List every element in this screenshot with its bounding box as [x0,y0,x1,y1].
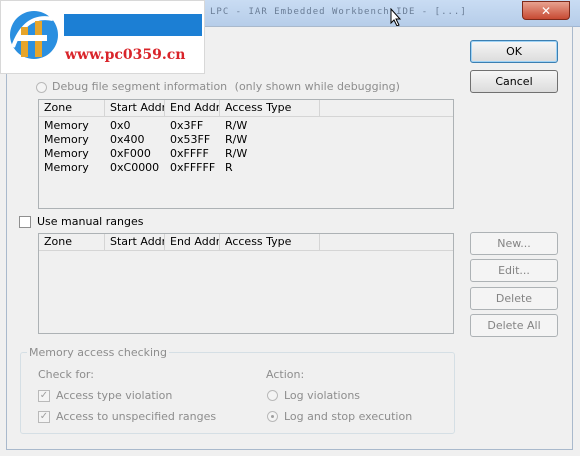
segment-list-header: Zone Start Addr End Addr Access Type [39,100,453,117]
access-unspecified-checkbox[interactable]: ✓ [38,411,50,423]
cell-access: R/W [225,147,248,160]
table-row[interactable]: Memory 0x0 0x3FF R/W [39,119,453,133]
cell-end: 0x3FF [170,119,204,132]
column-zone[interactable]: Zone [39,234,105,250]
cell-start: 0x0 [110,119,131,132]
segment-info-note: (only shown while debugging) [234,80,400,93]
edit-range-button[interactable]: Edit... [470,259,558,282]
ok-button[interactable]: OK [470,40,558,63]
column-access-type[interactable]: Access Type [220,234,320,250]
log-violations-label: Log violations [284,389,361,402]
column-start-addr[interactable]: Start Addr [105,234,165,250]
segment-info-radio[interactable] [36,82,47,93]
table-row[interactable]: Memory 0xC0000 0xFFFFF R [39,161,453,175]
cell-end: 0xFFFF [170,147,209,160]
cell-access: R/W [225,119,248,132]
manual-ranges-checkbox[interactable] [19,216,31,228]
check-for-label: Check for: [38,368,94,381]
segment-info-label: Debug file segment information (only sho… [52,80,400,93]
cell-zone: Memory [44,133,89,146]
cell-end: 0x53FF [170,133,211,146]
cell-start: 0xC0000 [110,161,160,174]
cell-zone: Memory [44,147,89,160]
cell-end: 0xFFFFF [170,161,216,174]
memory-access-group-title: Memory access checking [27,346,170,359]
site-logo-icon [10,11,58,59]
column-end-addr[interactable]: End Addr [165,234,220,250]
cell-zone: Memory [44,119,89,132]
cell-zone: Memory [44,161,89,174]
column-access-type[interactable]: Access Type [220,100,320,116]
segment-info-label-text: Debug file segment information [52,80,228,93]
delete-all-ranges-button[interactable]: Delete All [470,314,558,337]
cell-start: 0x400 [110,133,145,146]
watermark-banner [64,14,202,36]
manual-ranges-label: Use manual ranges [37,215,144,228]
cell-start: 0xF000 [110,147,151,160]
window-title: LPC - IAR Embedded Workbench IDE - [...] [210,7,467,17]
access-type-violation-label: Access type violation [56,389,173,402]
manual-ranges-list[interactable]: Zone Start Addr End Addr Access Type [38,233,454,334]
column-zone[interactable]: Zone [39,100,105,116]
watermark-logo: www.pc0359.cn [0,0,205,74]
access-unspecified-label: Access to unspecified ranges [56,410,217,423]
action-label: Action: [266,368,305,381]
manual-ranges-header: Zone Start Addr End Addr Access Type [39,234,453,251]
cancel-button[interactable]: Cancel [470,70,558,93]
log-violations-radio[interactable] [267,390,278,401]
log-and-stop-radio[interactable] [267,411,278,422]
segment-list[interactable]: Zone Start Addr End Addr Access Type Mem… [38,99,454,209]
close-button[interactable]: ✕ [522,1,570,20]
new-range-button[interactable]: New... [470,232,558,255]
mouse-cursor-icon [390,8,402,27]
watermark-url: www.pc0359.cn [65,47,186,63]
cell-access: R/W [225,133,248,146]
cell-access: R [225,161,233,174]
table-row[interactable]: Memory 0xF000 0xFFFF R/W [39,147,453,161]
table-row[interactable]: Memory 0x400 0x53FF R/W [39,133,453,147]
column-end-addr[interactable]: End Addr [165,100,220,116]
column-start-addr[interactable]: Start Addr [105,100,165,116]
log-and-stop-label: Log and stop execution [284,410,413,423]
delete-range-button[interactable]: Delete [470,287,558,310]
access-type-violation-checkbox[interactable]: ✓ [38,390,50,402]
